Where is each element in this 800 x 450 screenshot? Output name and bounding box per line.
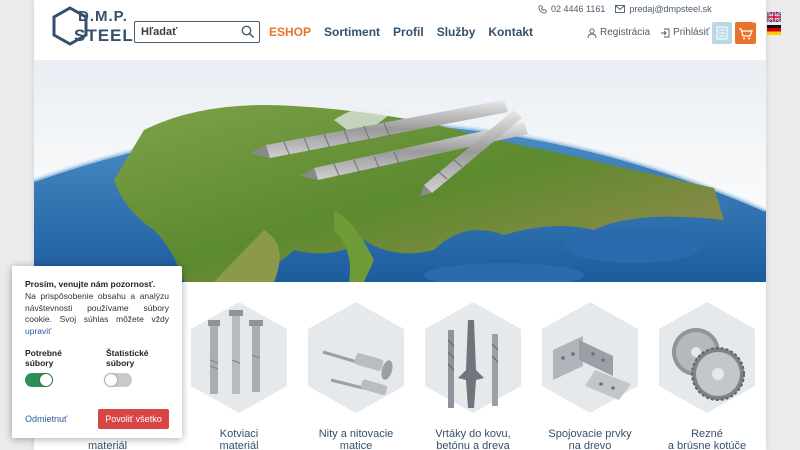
nav-sluzby[interactable]: Služby — [437, 25, 476, 39]
cart-count-badge: 0 — [752, 18, 756, 25]
uk-flag-icon[interactable] — [767, 12, 781, 22]
cutting-disc-icon — [659, 302, 755, 413]
category-label: Rezné a brúsne kotúče — [667, 428, 747, 450]
decline-button[interactable]: Odmietnuť — [25, 414, 67, 424]
cart-icon — [739, 28, 753, 40]
logo-line1: D.M.P. — [78, 8, 128, 25]
search-input[interactable] — [141, 24, 237, 40]
cart-button[interactable] — [735, 22, 756, 44]
user-icon — [587, 27, 597, 38]
category-label: Nity a nitovacie matice — [318, 428, 394, 450]
statistics-cookies-toggle[interactable] — [104, 373, 132, 387]
search-box — [134, 21, 260, 43]
wood-connector-icon — [542, 302, 638, 413]
category-item-anchors[interactable]: Kotviaci materiál — [184, 298, 294, 450]
rivet-icon — [308, 302, 404, 413]
category-list: Kotviaci materiál Nity a nitovacie matice — [184, 298, 766, 450]
category-item-rivets[interactable]: Nity a nitovacie matice — [301, 298, 411, 450]
required-cookies-toggle[interactable] — [25, 373, 53, 387]
login-icon — [661, 28, 670, 37]
login-link[interactable]: Prihlásiť — [660, 27, 710, 38]
register-label: Registrácia — [600, 27, 651, 38]
earth-globe-drill-bits-image — [34, 100, 766, 282]
register-link[interactable]: Registrácia — [587, 27, 650, 38]
nav-kontakt[interactable]: Kontakt — [488, 25, 533, 39]
nav-sortiment[interactable]: Sortiment — [324, 25, 380, 39]
logo[interactable]: D.M.P. STEEL — [50, 6, 140, 46]
cookie-description: Na prispôsobenie obsahu a analýzu návšte… — [25, 291, 169, 324]
category-item-cutting-discs[interactable]: Rezné a brúsne kotúče — [652, 298, 762, 450]
de-flag-icon[interactable] — [767, 25, 781, 35]
phone-number: 02 4446 1161 — [551, 4, 606, 14]
category-item-wood-connectors[interactable]: Spojovacie prvky na drevo — [535, 298, 645, 450]
cookie-consent-dialog: Prosím, venujte nám pozornosť. Na prispô… — [12, 266, 182, 438]
category-label: Kotviaci materiál — [219, 428, 259, 450]
shopping-list-button[interactable] — [712, 22, 732, 44]
category-label: Vrtáky do kovu, betónu a dreva — [435, 428, 511, 450]
list-icon — [716, 26, 728, 40]
category-partial-label[interactable]: materiál — [88, 440, 127, 450]
required-cookies-label: Potrebné súbory — [25, 348, 62, 368]
cookie-edit-link[interactable]: upraviť — [25, 326, 51, 336]
accept-all-button[interactable]: Povoliť všetko — [98, 409, 169, 429]
anchor-bolts-icon — [191, 302, 287, 413]
cookie-title: Prosím, venujte nám pozornosť. — [25, 279, 156, 289]
category-label: Spojovacie prvky na drevo — [548, 428, 632, 450]
email-address: predaj@dmpsteel.sk — [629, 4, 712, 14]
search-icon[interactable] — [241, 25, 255, 39]
phone-icon — [538, 4, 547, 14]
statistics-cookies-label: Štatistické súbory — [106, 348, 149, 368]
contact-info: 02 4446 1161 predaj@dmpsteel.sk — [538, 4, 712, 14]
category-item-drills[interactable]: Vrtáky do kovu, betónu a dreva — [418, 298, 528, 450]
login-label: Prihlásiť — [673, 27, 710, 38]
cookie-text: Na prispôsobenie obsahu a analýzu návšte… — [25, 291, 169, 337]
nav-eshop[interactable]: ESHOP — [269, 25, 311, 39]
header: D.M.P. STEEL ESHOP Sortiment Profil Služ… — [34, 0, 766, 60]
drill-bits-icon — [425, 302, 521, 413]
nav-profil[interactable]: Profil — [393, 25, 424, 39]
account-links: Registrácia Prihlásiť — [587, 27, 710, 38]
main-nav: ESHOP Sortiment Profil Služby Kontakt — [269, 25, 533, 39]
hero-banner — [34, 60, 766, 282]
logo-line2: STEEL — [74, 26, 134, 45]
email-link[interactable]: predaj@dmpsteel.sk — [615, 4, 712, 14]
phone-link[interactable]: 02 4446 1161 — [538, 4, 605, 14]
mail-icon — [615, 5, 626, 13]
